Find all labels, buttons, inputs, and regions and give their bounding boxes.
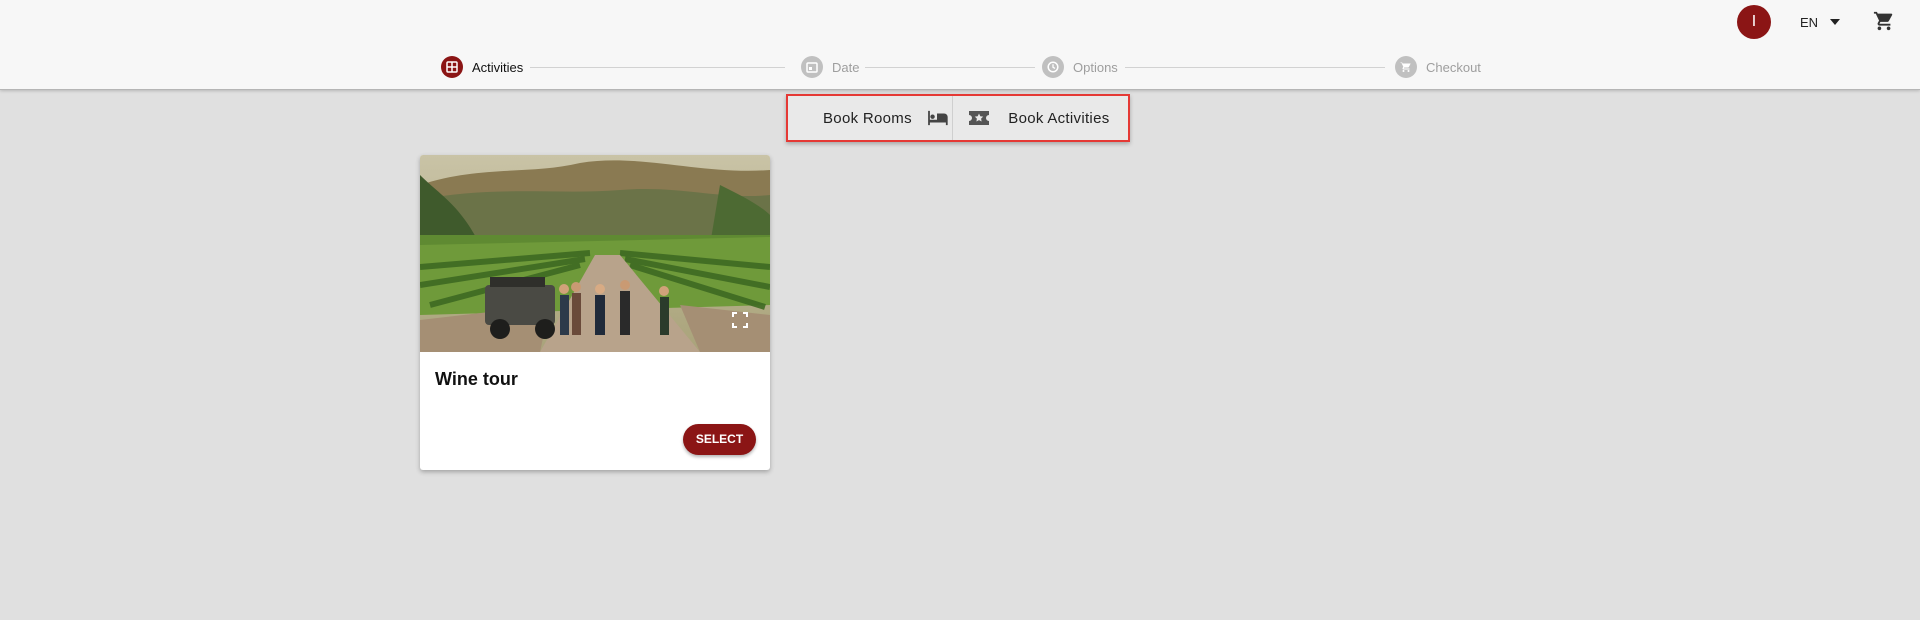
step-connector — [865, 67, 1035, 68]
caret-down-icon — [1830, 19, 1841, 25]
step-label: Checkout — [1426, 59, 1481, 75]
calendar-icon — [801, 56, 823, 78]
step-label: Activities — [472, 59, 524, 75]
activity-card: Wine tour SELECT — [420, 155, 770, 470]
fullscreen-icon[interactable] — [732, 312, 748, 328]
step-label: Options — [1073, 59, 1118, 75]
select-button[interactable]: SELECT — [683, 424, 756, 455]
user-avatar[interactable]: I — [1737, 5, 1771, 39]
step-activities[interactable]: Activities — [441, 56, 523, 78]
booking-stepper: Activities Date Options Checkout — [0, 56, 1920, 78]
shopping-cart-icon[interactable] — [1873, 10, 1895, 32]
step-options[interactable]: Options — [1042, 56, 1118, 78]
activity-title: Wine tour — [435, 369, 518, 389]
language-label: EN — [1800, 14, 1819, 30]
language-selector[interactable]: EN — [1800, 13, 1841, 31]
activity-image[interactable] — [420, 155, 770, 352]
cart-icon — [1395, 56, 1417, 78]
bed-icon — [927, 110, 948, 126]
ticket-star-icon — [969, 111, 990, 125]
activities-grid-icon — [441, 56, 463, 78]
clock-icon — [1042, 56, 1064, 78]
book-rooms-label: Book Rooms — [823, 109, 912, 127]
step-checkout[interactable]: Checkout — [1395, 56, 1481, 78]
step-label: Date — [832, 59, 860, 75]
app-header: I EN Activities Date Options Checkout — [0, 0, 1920, 90]
booking-type-toggle: Book Rooms Book Activities — [786, 94, 1130, 142]
book-activities-label: Book Activities — [1008, 109, 1110, 127]
step-date[interactable]: Date — [801, 56, 859, 78]
step-connector — [1125, 67, 1385, 68]
step-connector — [530, 67, 785, 68]
book-activities-button[interactable]: Book Activities — [953, 96, 1128, 140]
book-rooms-button[interactable]: Book Rooms — [788, 96, 954, 140]
